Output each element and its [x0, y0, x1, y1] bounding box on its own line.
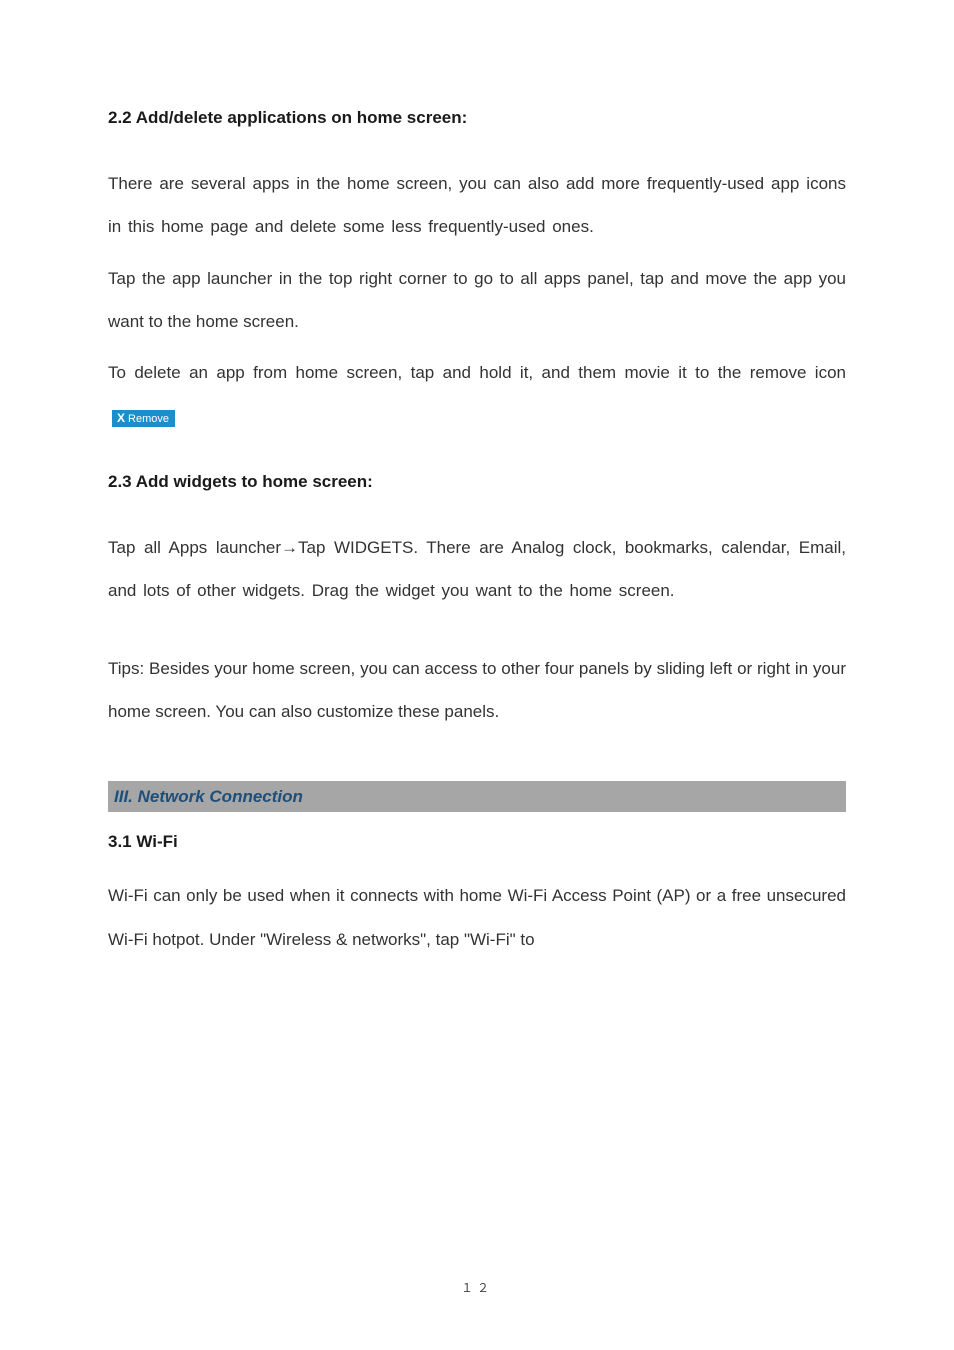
page-footer: １２ — [0, 1279, 954, 1296]
paragraph: To delete an app from home screen, tap a… — [108, 351, 846, 438]
chapter-title: III. Network Connection — [114, 787, 303, 806]
heading-2-3: 2.3 Add widgets to home screen: — [108, 472, 846, 492]
paragraph: Tap all Apps launcher→Tap WIDGETS. There… — [108, 526, 846, 613]
remove-x: X — [117, 411, 125, 425]
paragraph: Tap the app launcher in the top right co… — [108, 257, 846, 344]
remove-icon: XRemove — [112, 410, 175, 427]
heading-2-2: 2.2 Add/delete applications on home scre… — [108, 108, 846, 128]
heading-3-1: 3.1 Wi-Fi — [108, 832, 846, 852]
page-number: １２ — [461, 1281, 493, 1295]
chapter-bar: III. Network Connection — [108, 781, 846, 812]
remove-label: Remove — [128, 413, 169, 425]
paragraph-tips: Tips: Besides your home screen, you can … — [108, 647, 846, 734]
paragraph: Wi-Fi can only be used when it connects … — [108, 874, 846, 961]
paragraph: There are several apps in the home scree… — [108, 162, 846, 249]
paragraph-text: To delete an app from home screen, tap a… — [108, 363, 846, 382]
document-page: 2.2 Add/delete applications on home scre… — [0, 0, 954, 1350]
